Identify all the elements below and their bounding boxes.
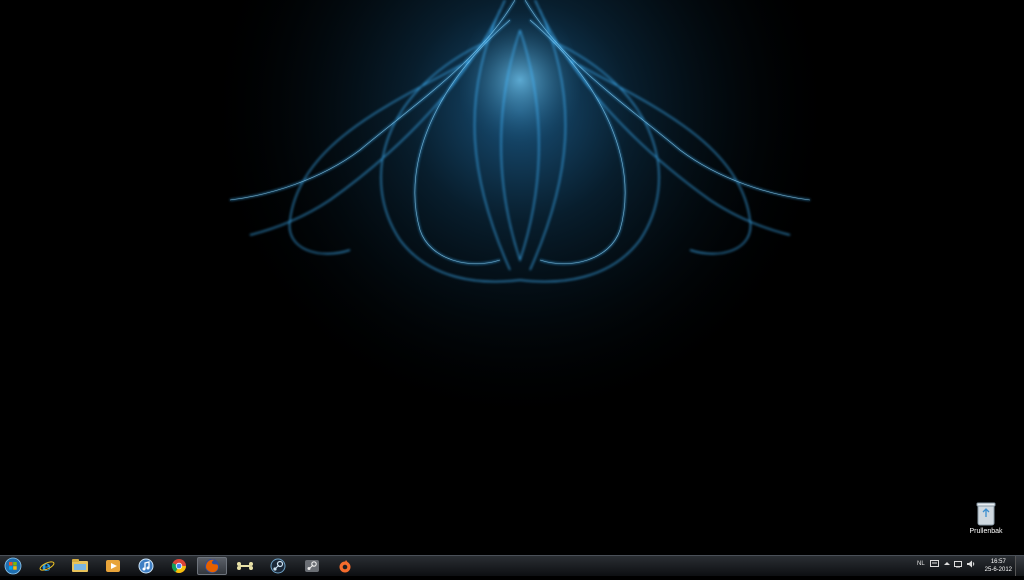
volume-speaker-icon[interactable]: [967, 560, 975, 570]
windows-explorer-icon: [72, 559, 88, 572]
chrome-icon: [171, 559, 186, 573]
taskbar: e NL 16:57 25-6-2012: [0, 555, 1024, 576]
taskbar-windows-explorer[interactable]: [66, 557, 94, 575]
taskbar-steam[interactable]: [298, 557, 326, 575]
taskbar-internet-explorer[interactable]: e: [33, 557, 61, 575]
taskbar-clock[interactable]: 16:57 25-6-2012: [985, 558, 1012, 574]
start-button[interactable]: [2, 557, 26, 575]
show-hidden-icons-chevron-up-icon[interactable]: [944, 560, 950, 569]
taskbar-origin[interactable]: [331, 557, 359, 575]
taskbar-chrome[interactable]: [165, 557, 193, 575]
internet-explorer-icon: e: [39, 559, 55, 574]
taskbar-media-player[interactable]: [99, 557, 127, 575]
taskbar-bone-app[interactable]: [231, 557, 259, 575]
bone-app-icon: [237, 562, 253, 570]
taskbar-firefox[interactable]: [197, 557, 227, 575]
steam-icon: [305, 560, 319, 572]
firefox-icon: [205, 559, 219, 573]
desktop-wallpaper: [0, 0, 1024, 555]
language-indicator[interactable]: NL: [917, 561, 925, 567]
recycle-bin-icon: [976, 502, 996, 526]
clock-date: 25-6-2012: [984, 567, 1012, 573]
itunes-icon: [138, 558, 154, 574]
desktop-icon-recycle-bin[interactable]: Prullenbak: [960, 500, 1012, 535]
svg-text:e: e: [42, 559, 51, 574]
media-player-icon: [106, 560, 120, 572]
taskbar-steam-blue[interactable]: [264, 557, 292, 575]
steam-blue-icon: [270, 558, 286, 574]
action-center-flag-icon[interactable]: [954, 560, 962, 570]
keyboard-icon[interactable]: [930, 560, 939, 569]
origin-icon: [339, 560, 351, 573]
taskbar-itunes[interactable]: [132, 557, 160, 575]
desktop-icon-label: Prullenbak: [969, 528, 1003, 535]
windows-start-orb-icon: [4, 557, 22, 575]
show-desktop-button[interactable]: [1015, 556, 1024, 576]
clock-time: 16:57: [990, 559, 1006, 565]
